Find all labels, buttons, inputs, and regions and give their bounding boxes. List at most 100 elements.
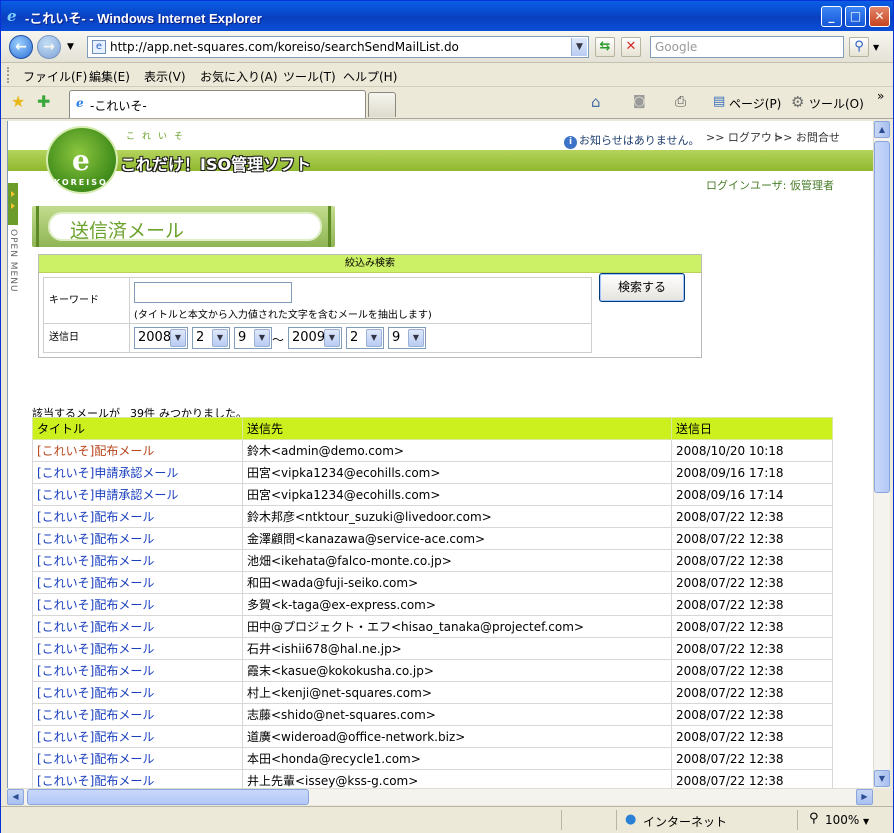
table-row: [これいそ]申請承認メール 田宮<vipka1234@ecohills.com> 2…: [32, 461, 833, 484]
mail-recipient: 和田<wada@fuji-seiko.com>: [242, 571, 672, 594]
mail-title-link[interactable]: [これいそ]配布メール: [32, 769, 243, 788]
contact-link[interactable]: >> お問合せ: [774, 129, 840, 145]
to-year-select[interactable]: 2009 ▼: [288, 327, 342, 349]
menu-tools[interactable]: ツール(T): [283, 68, 336, 85]
horizontal-scroll-thumb[interactable]: [27, 789, 309, 805]
search-button[interactable]: 検索する: [599, 273, 685, 302]
address-bar[interactable]: e http://app.net-squares.com/koreiso/sea…: [87, 36, 589, 58]
menu-file[interactable]: ファイル(F): [23, 68, 87, 85]
mail-title-link[interactable]: [これいそ]配布メール: [32, 725, 243, 748]
menu-view[interactable]: 表示(V): [144, 68, 186, 85]
security-zone: インターネット: [643, 815, 728, 829]
forward-button[interactable]: →: [37, 35, 61, 59]
mail-sent-date: 2008/07/22 12:38: [671, 725, 833, 748]
mail-title-link[interactable]: [これいそ]配布メール: [32, 703, 243, 726]
zoom-dropdown-icon[interactable]: ▼: [863, 817, 869, 826]
mail-title-link[interactable]: [これいそ]配布メール: [32, 659, 243, 682]
keyword-input[interactable]: [134, 282, 292, 303]
column-title: タイトル: [32, 417, 243, 440]
history-dropdown-icon[interactable]: ▼: [67, 42, 74, 52]
add-favorites-icon[interactable]: ✚: [37, 92, 50, 111]
search-panel-title: 絞込み検索: [39, 255, 701, 273]
mail-title-link[interactable]: [これいそ]配布メール: [32, 615, 243, 638]
back-button[interactable]: ←: [9, 35, 33, 59]
home-icon[interactable]: ⌂: [591, 93, 601, 111]
status-divider: [797, 810, 798, 830]
table-header-row: タイトル 送信先 送信日: [32, 417, 833, 440]
mail-sent-date: 2008/07/22 12:38: [671, 571, 833, 594]
mail-title-link[interactable]: [これいそ]配布メール: [32, 637, 243, 660]
tools-menu[interactable]: ツール(O): [809, 95, 864, 112]
logo-text: KOREISO: [54, 178, 108, 187]
new-tab-button[interactable]: [368, 92, 396, 117]
status-divider: [561, 810, 562, 830]
mail-list-table: タイトル 送信先 送信日 [これいそ]配布メール 鈴木<admin@demo.co…: [32, 417, 833, 788]
page-menu[interactable]: ページ(P): [729, 95, 781, 112]
feeds-icon[interactable]: ◙: [633, 94, 646, 109]
chevron-down-icon: ▼: [212, 329, 228, 347]
table-row: [これいそ]配布メール 村上<kenji@net-squares.com> 2008…: [32, 681, 833, 704]
mail-recipient: 井上先輩<issey@kss-g.com>: [242, 769, 672, 788]
logout-link[interactable]: >> ログアウト: [706, 129, 783, 145]
koreiso-logo[interactable]: e KOREISO: [46, 126, 118, 194]
mail-title-link[interactable]: [これいそ]配布メール: [32, 549, 243, 572]
mail-title-link[interactable]: [これいそ]申請承認メール: [32, 483, 243, 506]
mail-title-link[interactable]: [これいそ]配布メール: [32, 747, 243, 770]
menu-favorites[interactable]: お気に入り(A): [200, 68, 278, 85]
search-icon[interactable]: ⚲: [849, 37, 869, 57]
menu-help[interactable]: ヘルプ(H): [343, 68, 397, 85]
horizontal-scrollbar[interactable]: ◀ ▶: [7, 788, 873, 805]
scroll-up-button[interactable]: ▲: [874, 121, 890, 138]
from-month-select[interactable]: 2 ▼: [192, 327, 230, 349]
mail-title-link[interactable]: [これいそ]配布メール: [32, 571, 243, 594]
scroll-down-button[interactable]: ▼: [874, 770, 890, 787]
minimize-button[interactable]: _: [821, 6, 842, 27]
address-dropdown-icon[interactable]: ▼: [571, 38, 587, 56]
vertical-scrollbar[interactable]: ▲ ▼: [873, 121, 890, 788]
mail-title-link[interactable]: [これいそ]配布メール: [32, 439, 243, 462]
to-day-select[interactable]: 9 ▼: [388, 327, 426, 349]
open-menu-tab[interactable]: [8, 183, 18, 225]
mail-title-link[interactable]: [これいそ]申請承認メール: [32, 461, 243, 484]
mail-sent-date: 2008/07/22 12:38: [671, 593, 833, 616]
from-day-select[interactable]: 9 ▼: [234, 327, 272, 349]
title-bar[interactable]: e -これいそ- - Windows Internet Explorer _ □…: [1, 1, 893, 31]
to-day-value: 9: [392, 330, 401, 345]
refresh-icon[interactable]: ⇆: [595, 37, 615, 57]
tab-koreiso[interactable]: e -これいそ-: [69, 90, 366, 118]
mail-title-link[interactable]: [これいそ]配布メール: [32, 681, 243, 704]
scroll-left-button[interactable]: ◀: [7, 789, 24, 805]
zoom-icon: ⚲: [809, 811, 819, 826]
table-row: [これいそ]配布メール 和田<wada@fuji-seiko.com> 2008/0…: [32, 571, 833, 594]
close-button[interactable]: ✕: [869, 6, 890, 27]
chevron-down-icon: ▼: [324, 329, 340, 347]
mail-recipient: 道廣<wideroad@office-network.biz>: [242, 725, 672, 748]
mail-sent-date: 2008/07/22 12:38: [671, 549, 833, 572]
mail-title-link[interactable]: [これいそ]配布メール: [32, 527, 243, 550]
scroll-right-button[interactable]: ▶: [856, 789, 873, 805]
zoom-level[interactable]: 100%: [825, 813, 859, 827]
from-year-select[interactable]: 2008 ▼: [134, 327, 188, 349]
menu-edit[interactable]: 編集(E): [89, 68, 130, 85]
table-row: [これいそ]配布メール 田中@プロジェクト・エフ<hisao_tanaka@pro…: [32, 615, 833, 638]
favorites-star-icon[interactable]: ★: [11, 92, 25, 111]
address-url[interactable]: http://app.net-squares.com/koreiso/searc…: [110, 40, 459, 54]
ie-logo-icon: e: [7, 7, 17, 25]
maximize-button[interactable]: □: [845, 6, 866, 27]
vertical-scroll-thumb[interactable]: [874, 141, 890, 493]
search-options-icon[interactable]: ▼: [873, 43, 879, 52]
range-tilde: ～: [272, 333, 285, 347]
mail-recipient: 志藤<shido@net-squares.com>: [242, 703, 672, 726]
heading-stripe: [328, 206, 331, 247]
to-month-select[interactable]: 2 ▼: [346, 327, 384, 349]
search-input[interactable]: Google: [650, 36, 844, 58]
print-icon[interactable]: ⎙: [675, 94, 686, 110]
stop-icon[interactable]: ✕: [621, 37, 641, 57]
mail-sent-date: 2008/07/22 12:38: [671, 615, 833, 638]
mail-title-link[interactable]: [これいそ]配布メール: [32, 505, 243, 528]
open-menu-handle[interactable]: OPEN MENU: [8, 183, 18, 293]
mail-sent-date: 2008/07/22 12:38: [671, 769, 833, 788]
table-row: [これいそ]配布メール 志藤<shido@net-squares.com> 2008…: [32, 703, 833, 726]
mail-title-link[interactable]: [これいそ]配布メール: [32, 593, 243, 616]
chevron-more-icon[interactable]: »: [877, 89, 884, 103]
